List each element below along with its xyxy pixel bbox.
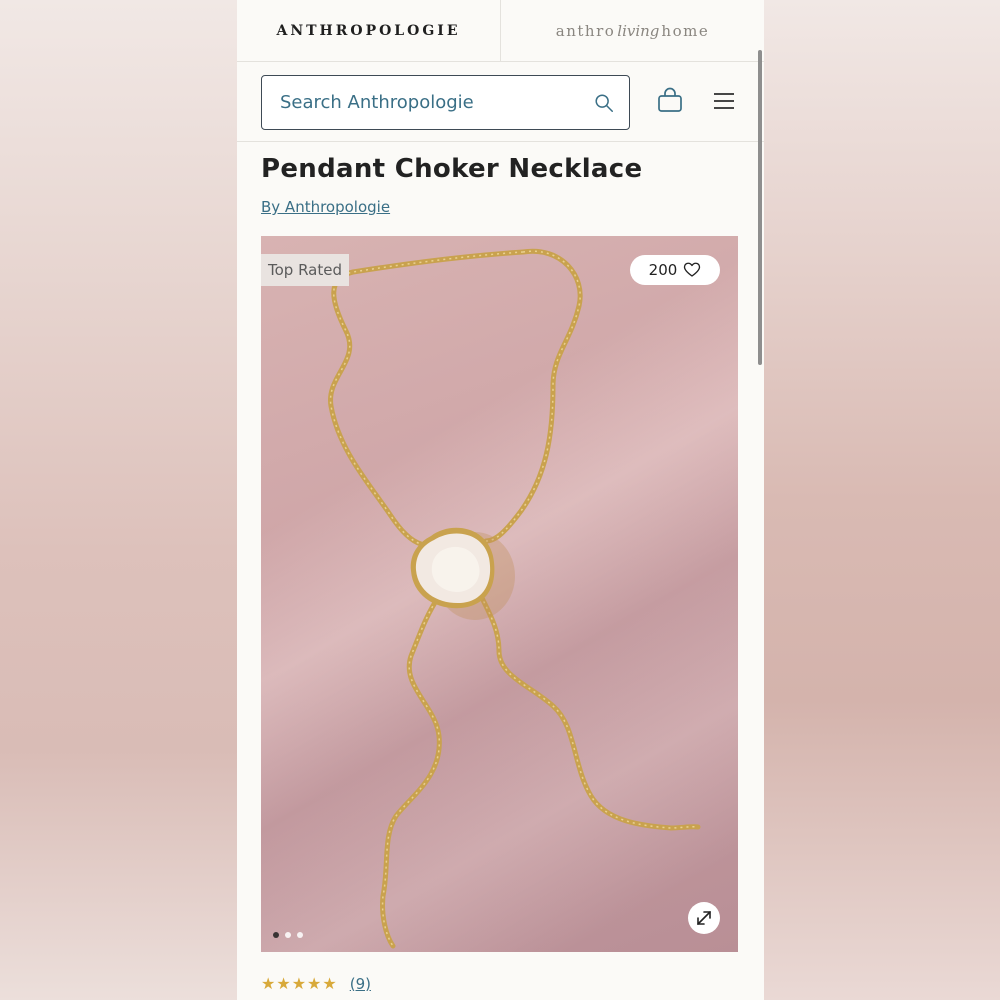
expand-icon	[697, 911, 711, 925]
shopping-bag-icon[interactable]	[656, 86, 684, 114]
heart-icon	[684, 262, 701, 277]
carousel-dot-1[interactable]	[273, 932, 279, 938]
carousel-dot-2[interactable]	[285, 932, 291, 938]
favorite-button[interactable]: 200	[630, 255, 720, 285]
top-rated-badge: Top Rated	[261, 254, 349, 286]
carousel-dot-3[interactable]	[297, 932, 303, 938]
search-input[interactable]	[280, 92, 593, 113]
brand-living-right-text: home	[661, 21, 710, 40]
likes-count: 200	[648, 261, 678, 279]
scrollbar[interactable]	[758, 50, 762, 365]
star-rating: ★★★★★	[261, 974, 338, 993]
brand-living-left-text: anthro	[555, 21, 616, 40]
brand-anthro-living-tab[interactable]: anthro living home	[501, 0, 764, 61]
background-blur-left	[0, 0, 237, 1000]
search-box[interactable]	[261, 75, 630, 130]
review-count-link[interactable]: (9)	[350, 975, 371, 993]
brand-anthro-living-logo: anthro living home	[556, 22, 709, 40]
image-carousel-dots	[273, 932, 303, 938]
background-blur-right	[764, 0, 1000, 1000]
rating-row: ★★★★★ (9)	[261, 974, 371, 993]
search-bar	[237, 62, 764, 142]
product-image[interactable]: Top Rated 200	[261, 236, 738, 952]
necklace-illustration	[328, 248, 701, 949]
brand-anthropologie-logo: ANTHROPOLOGIE	[276, 22, 461, 39]
brand-living-script-text: living	[617, 21, 660, 40]
hamburger-menu-icon[interactable]	[713, 92, 735, 110]
mobile-page: ANTHROPOLOGIE anthrolivinghome Pendant C…	[237, 0, 764, 1000]
expand-image-button[interactable]	[688, 902, 720, 934]
brand-anthropologie-tab[interactable]: ANTHROPOLOGIE	[237, 0, 500, 61]
search-icon[interactable]	[593, 92, 615, 114]
product-title: Pendant Choker Necklace	[261, 154, 643, 184]
brand-link[interactable]: By Anthropologie	[261, 198, 390, 216]
brand-bar: ANTHROPOLOGIE anthro living home	[237, 0, 764, 62]
